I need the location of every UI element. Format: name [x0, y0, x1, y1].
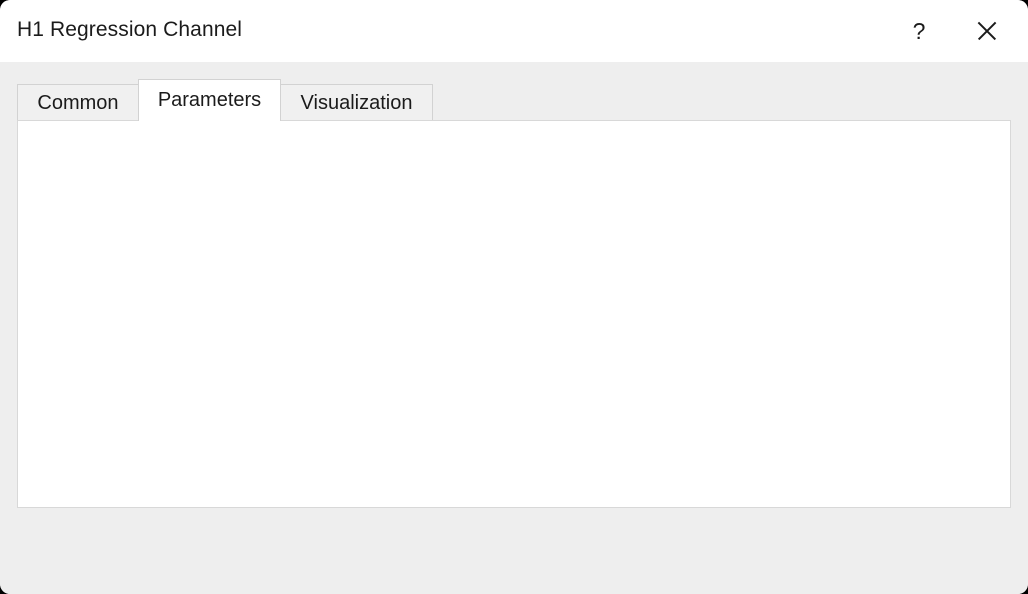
tab-bar: Common Parameters Visualization [0, 62, 1028, 121]
dialog-footer: OK Cancel [0, 508, 1028, 594]
tab-parameters-label: Parameters [157, 89, 262, 111]
window-title: H1 Regression Channel [17, 18, 243, 41]
tab-common[interactable]: Common [17, 84, 139, 121]
dialog-window: H1 Regression Channel ? Common Parameter… [0, 0, 1028, 594]
close-button[interactable] [956, 0, 1018, 62]
tab-common-label: Common [37, 91, 119, 114]
tab-visualization[interactable]: Visualization [280, 84, 433, 121]
close-icon [975, 19, 999, 43]
tab-visualization-label: Visualization [300, 91, 413, 114]
help-button[interactable]: ? [888, 0, 950, 62]
tab-parameters[interactable]: Parameters [138, 79, 281, 121]
question-mark-icon: ? [912, 17, 926, 44]
parameters-panel [17, 120, 1011, 508]
title-bar: H1 Regression Channel ? [0, 0, 1028, 62]
